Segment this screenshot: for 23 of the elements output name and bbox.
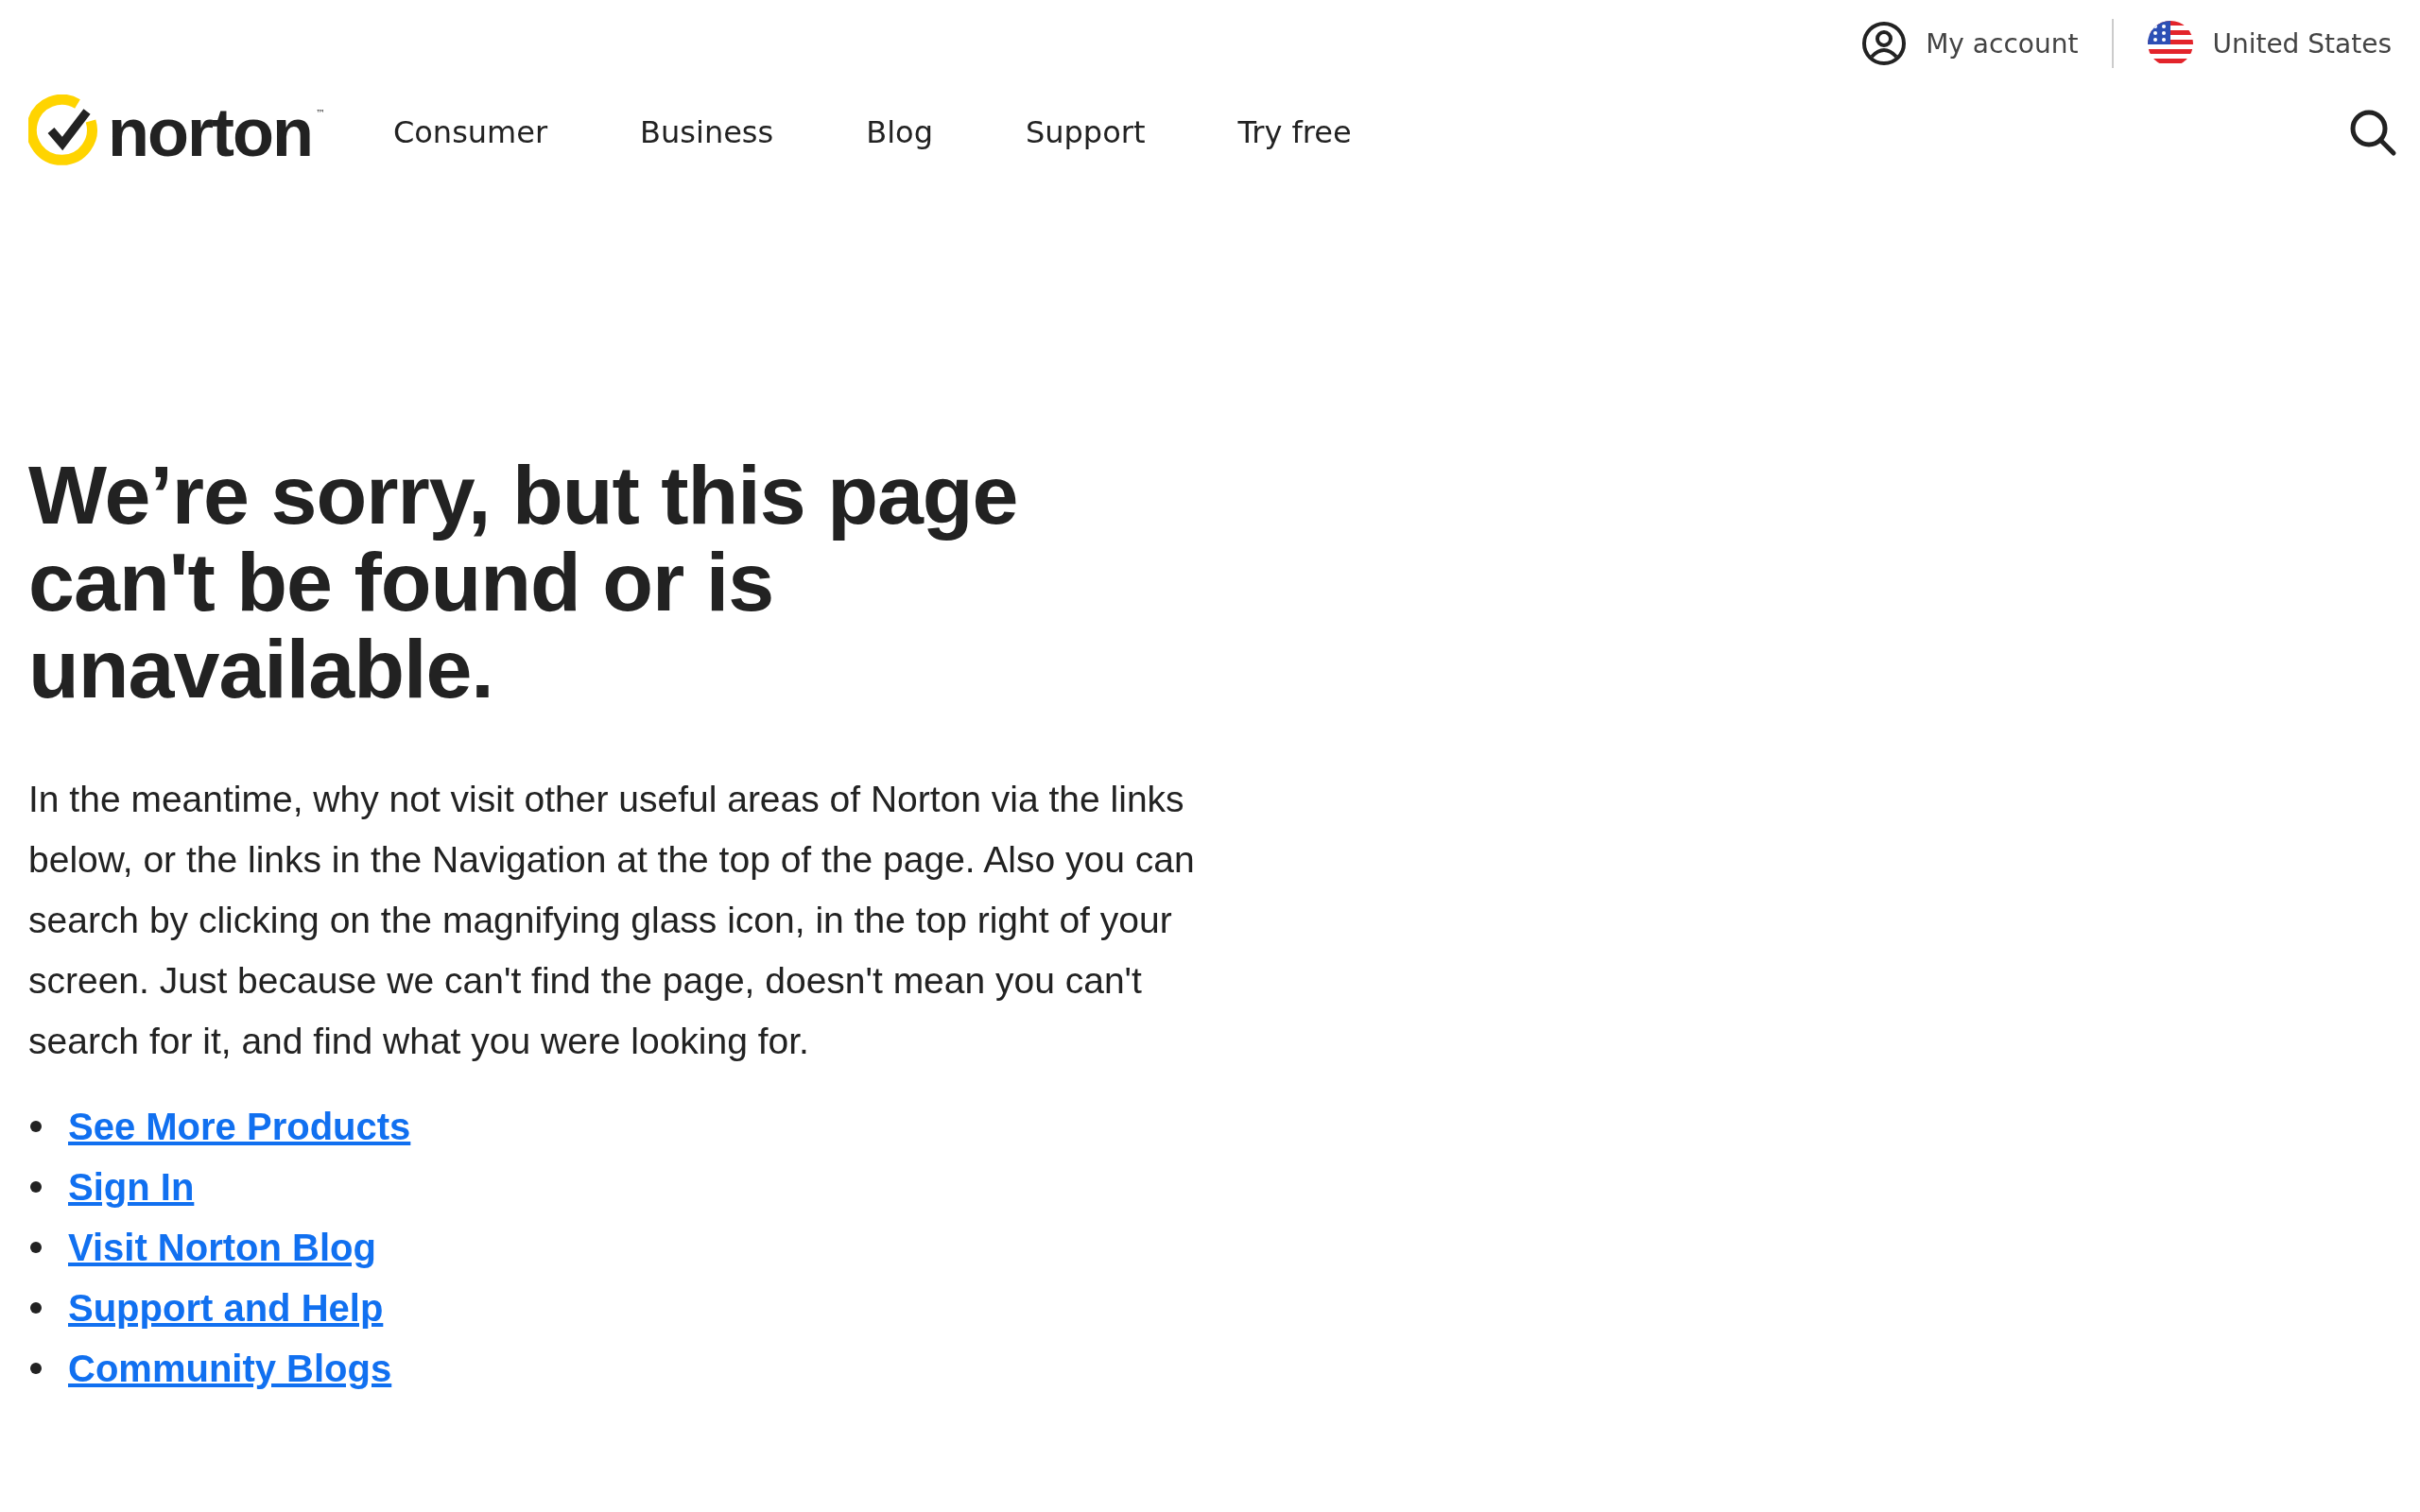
nav-link[interactable]: Blog [866, 114, 933, 150]
bullet-icon [30, 1121, 42, 1132]
my-account-link[interactable]: My account [1861, 21, 2079, 66]
norton-logo[interactable]: norton$^{™}$ [28, 94, 325, 170]
nav-link[interactable]: Try free [1237, 114, 1352, 150]
bullet-icon [30, 1302, 42, 1314]
nav-link[interactable]: Business [640, 114, 774, 150]
bullet-icon [30, 1181, 42, 1193]
help-link[interactable]: See More Products [68, 1105, 411, 1148]
message-paragraph: In the meantime, why not visit other useful areas of Norton via the links below, or the links in the Navigation at the top of the page. Also you can search by clicking on the magnifying glass icon, in the top right of your screen. Just because we can't find the page, doesn't mean you can't search for it, and find what you were looking for. [28, 778, 1196, 1063]
search-icon[interactable] [2348, 108, 2397, 157]
bullet-icon [30, 1242, 42, 1253]
help-link[interactable]: Support and Help [68, 1286, 384, 1330]
nav-link[interactable]: Consumer [392, 114, 548, 150]
bullet-icon [30, 1363, 42, 1374]
nav-link[interactable]: Support [1025, 114, 1146, 150]
help-link[interactable]: Community Blogs [68, 1347, 392, 1390]
user-icon [1861, 21, 1908, 66]
help-link[interactable]: Sign In [68, 1165, 195, 1209]
region-link[interactable]: United States [2148, 21, 2392, 66]
page-heading: We’re sorry, but this page can't be found or is unavailable. [28, 452, 1019, 713]
help-link[interactable]: Visit Norton Blog [68, 1226, 376, 1269]
flag-icon [2148, 21, 2194, 66]
